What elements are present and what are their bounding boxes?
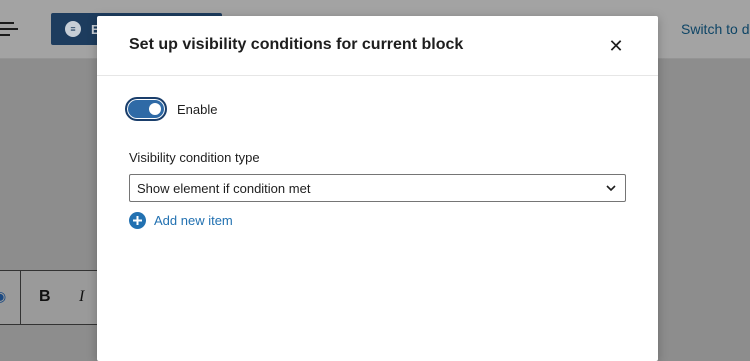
menu-icon[interactable]: [0, 22, 18, 36]
visibility-conditions-modal: Set up visibility conditions for current…: [97, 16, 658, 361]
enable-toggle-label: Enable: [177, 102, 218, 117]
condition-type-label: Visibility condition type: [129, 150, 260, 165]
visibility-eye-icon[interactable]: ◉: [0, 288, 6, 305]
toolbar-divider: [20, 271, 21, 324]
elementor-icon: ≡: [65, 21, 81, 37]
modal-header: Set up visibility conditions for current…: [97, 16, 658, 76]
add-new-item-label: Add new item: [154, 213, 233, 228]
block-format-toolbar: ◉ B I: [0, 270, 100, 325]
modal-title: Set up visibility conditions for current…: [129, 36, 464, 53]
bold-button[interactable]: B: [39, 288, 51, 306]
italic-button[interactable]: I: [79, 288, 84, 306]
enable-toggle[interactable]: [125, 97, 167, 121]
toggle-knob: [149, 103, 161, 115]
chevron-down-icon: [606, 185, 616, 192]
close-icon[interactable]: ✕: [605, 35, 627, 57]
condition-type-select[interactable]: Show element if condition met: [129, 174, 626, 202]
switch-link[interactable]: Switch to d: [681, 21, 749, 37]
plus-circle-icon: [129, 212, 146, 229]
condition-type-value: Show element if condition met: [137, 181, 311, 196]
